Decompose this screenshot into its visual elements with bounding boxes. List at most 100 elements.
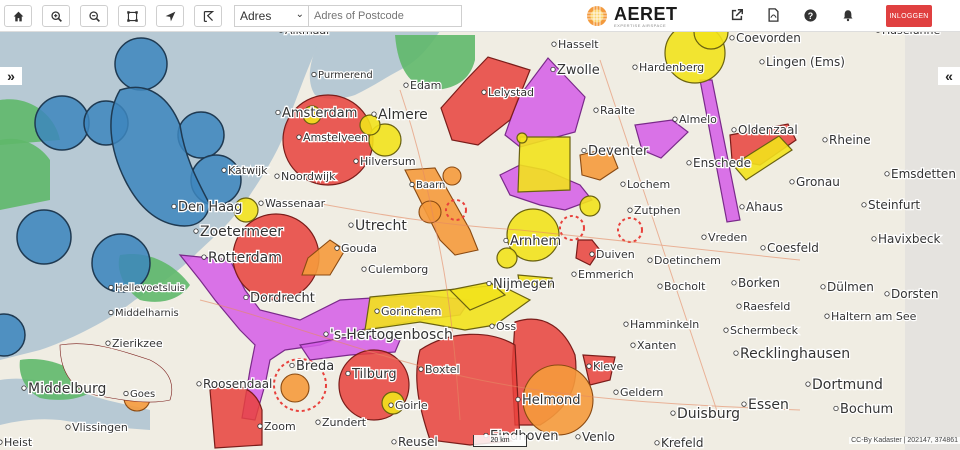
- measure-button[interactable]: [194, 5, 222, 27]
- place-marker: [243, 294, 249, 301]
- place-label: Goes: [130, 389, 155, 400]
- place-label: Baarn: [416, 180, 445, 191]
- place-label: Goirle: [395, 399, 428, 412]
- notifications-button[interactable]: [840, 7, 856, 23]
- place-marker: [820, 284, 826, 290]
- logo-title: AERET: [614, 3, 678, 24]
- place-marker: [345, 370, 351, 377]
- place-marker: [657, 283, 663, 289]
- place-label: Duiven: [596, 248, 635, 261]
- measure-icon: [203, 10, 214, 22]
- place-label: Krefeld: [661, 436, 703, 450]
- place-marker: [311, 71, 317, 78]
- place-marker: [627, 207, 633, 213]
- place-marker: [418, 366, 424, 372]
- place-marker: [729, 35, 735, 41]
- place-marker: [759, 59, 765, 65]
- place-marker: [581, 147, 587, 154]
- select-area-button[interactable]: [118, 5, 146, 27]
- place-label: Gorinchem: [381, 305, 441, 318]
- zoom-out-button[interactable]: [80, 5, 108, 27]
- place-marker: [123, 390, 129, 397]
- place-label: Hilversum: [360, 155, 416, 168]
- place-marker: [193, 228, 199, 234]
- place-label: Lingen (Ems): [766, 55, 845, 69]
- zoom-in-button[interactable]: [42, 5, 70, 27]
- place-label: Havixbeck: [878, 232, 941, 246]
- place-label: Breda: [296, 359, 334, 374]
- place-label: Boxtel: [425, 363, 460, 376]
- pdf-export-button[interactable]: [765, 7, 781, 23]
- place-marker: [108, 284, 114, 291]
- place-label: Bocholt: [664, 280, 706, 293]
- place-marker: [789, 179, 795, 185]
- left-panel-toggle[interactable]: »: [0, 67, 22, 85]
- place-marker: [409, 181, 415, 188]
- logo-subtitle: EXPERTISE AIRSPACE: [614, 22, 667, 28]
- place-marker: [403, 82, 409, 88]
- place-marker: [760, 245, 766, 251]
- place-label: Emsdetten: [891, 167, 956, 181]
- place-label: Ahaus: [746, 200, 783, 214]
- home-button[interactable]: [4, 5, 32, 27]
- place-label: Katwijk: [228, 164, 268, 177]
- place-marker: [593, 107, 599, 113]
- address-type-select[interactable]: Adres ⌄: [234, 5, 310, 27]
- place-marker: [613, 389, 619, 395]
- place-marker: [65, 424, 71, 430]
- place-label: Purmerend: [318, 70, 373, 81]
- place-marker: [371, 111, 377, 117]
- place-marker: [289, 362, 295, 369]
- place-marker: [871, 236, 877, 242]
- place-marker: [861, 202, 867, 208]
- scale-bar: 20 km: [473, 435, 527, 447]
- place-marker: [503, 237, 509, 244]
- place-label: Roosendaal: [203, 377, 272, 391]
- place-marker: [315, 419, 321, 425]
- place-label: Zoetermeer: [200, 224, 283, 240]
- address-type-value: Adres: [240, 9, 272, 23]
- external-link-button[interactable]: [729, 7, 745, 23]
- place-marker: [196, 381, 202, 387]
- place-label: Coevorden: [736, 31, 801, 45]
- place-marker: [741, 401, 747, 407]
- place-label: 's-Hertogenbosch: [330, 327, 453, 343]
- place-label: Kleve: [593, 360, 624, 373]
- map-attribution: CC-By Kadaster | 202147, 374861: [849, 437, 960, 444]
- place-marker: [551, 41, 557, 47]
- place-label: Rotterdam: [208, 250, 282, 266]
- place-marker: [589, 251, 595, 257]
- place-label: Gouda: [341, 242, 377, 255]
- place-marker: [632, 64, 638, 70]
- help-button[interactable]: ?: [802, 7, 818, 23]
- place-label: Dülmen: [827, 280, 874, 294]
- place-label: Vlissingen: [72, 421, 128, 434]
- airspace-map[interactable]: AlkmaarPurmerendEdamLelystadZwolleHassel…: [0, 31, 960, 450]
- place-label: Steinfurt: [868, 198, 920, 212]
- place-label: Hasselt: [558, 38, 599, 51]
- place-label: Geldern: [620, 386, 663, 399]
- place-label: Edam: [410, 79, 441, 92]
- help-icon: ?: [803, 8, 817, 22]
- place-label: Culemborg: [368, 263, 428, 276]
- place-label: Dordrecht: [250, 291, 315, 306]
- login-button[interactable]: INLOGGEN: [886, 5, 932, 27]
- place-marker: [391, 439, 397, 445]
- place-label: Raesfeld: [743, 300, 790, 313]
- place-marker: [731, 127, 737, 133]
- place-marker: [486, 280, 492, 287]
- place-marker: [348, 222, 354, 228]
- right-panel-toggle[interactable]: «: [938, 67, 960, 85]
- place-label: Hamminkeln: [630, 318, 699, 331]
- place-marker: [647, 257, 653, 263]
- place-label: Den Haag: [178, 200, 242, 215]
- top-toolbar: Adres ⌄ AERET EXPERTISE AIRSPACE ? INLOG…: [0, 0, 960, 32]
- address-search-input[interactable]: [308, 5, 462, 27]
- place-marker: [571, 271, 577, 277]
- place-marker: [361, 266, 367, 272]
- place-label: Heist: [4, 436, 33, 449]
- place-label: Almere: [378, 107, 428, 123]
- locate-button[interactable]: [156, 5, 184, 27]
- place-marker: [275, 109, 281, 116]
- place-label: Dorsten: [891, 287, 938, 301]
